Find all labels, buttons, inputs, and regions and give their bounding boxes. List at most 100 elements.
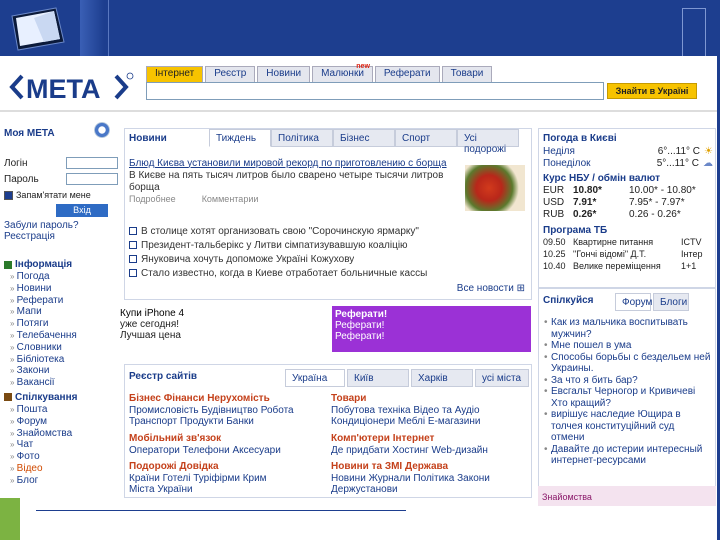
nav-item-video[interactable]: Відео bbox=[4, 463, 118, 475]
nav-item-forum[interactable]: Форум bbox=[4, 416, 118, 428]
category-links[interactable]: Оператори Телефони Аксесуари bbox=[129, 445, 281, 457]
news-more-link[interactable]: Подробнее bbox=[129, 194, 176, 204]
forum-item[interactable]: За что я бить бар? bbox=[543, 375, 713, 387]
category-title[interactable]: Новини та ЗМІ bbox=[331, 461, 402, 472]
nav-item-vacancies[interactable]: Вакансії bbox=[4, 377, 118, 389]
all-news-link[interactable]: Все новости ⊞ bbox=[457, 283, 525, 294]
registry-category: Бізнес Фінанси Нерухомість Промисловість… bbox=[129, 393, 294, 428]
category-links[interactable]: Де придбати Хостинг Web-дизайн bbox=[331, 445, 488, 457]
news-headline[interactable]: Блюд Києва установили мировой рекорд по … bbox=[129, 157, 447, 169]
forum-item[interactable]: Давайте до истерии интересный интернет-р… bbox=[543, 444, 713, 467]
news-item[interactable]: Президент-тальберікс у Литви сімпатизува… bbox=[129, 239, 408, 251]
currency-title[interactable]: Курс НБУ / обмін валют bbox=[543, 173, 660, 184]
search-tab-goods[interactable]: Товари bbox=[441, 66, 493, 82]
nav-item-mail[interactable]: Пошта bbox=[4, 404, 118, 416]
registry-category: Подорожі Довідка Країни Готелі Туріфірми… bbox=[129, 461, 267, 496]
tv-show[interactable]: Квартирне питання bbox=[573, 237, 681, 247]
meta-flower-icon bbox=[94, 122, 110, 138]
category-title[interactable]: Фінанси bbox=[164, 393, 205, 404]
registry-title[interactable]: Реєстр сайтів bbox=[129, 371, 197, 382]
register-link[interactable]: Реєстрація bbox=[4, 231, 118, 242]
tab-politics[interactable]: Політика bbox=[271, 129, 333, 147]
login-submit-button[interactable]: Вхід bbox=[56, 204, 108, 217]
tab-week[interactable]: Тиждень bbox=[209, 129, 271, 147]
search-tab-essays[interactable]: Реферати bbox=[374, 66, 440, 82]
nav-item-news[interactable]: Новини bbox=[4, 283, 118, 295]
news-item[interactable]: Януковича хочуть допоможе Україні Кожухо… bbox=[129, 253, 354, 265]
category-links[interactable]: Держустанови bbox=[331, 484, 490, 496]
weather-title[interactable]: Погода в Києві bbox=[543, 133, 617, 144]
remember-checkbox[interactable] bbox=[4, 190, 13, 200]
news-item[interactable]: Стало известно, когда в Киеве отработает… bbox=[129, 267, 427, 279]
dating-ad[interactable]: Знайомства bbox=[538, 486, 716, 506]
tab-blogs[interactable]: Блоги bbox=[653, 293, 689, 311]
category-links[interactable]: Транспорт Продукти Банки bbox=[129, 416, 294, 428]
category-links[interactable]: Промисловість Будівництво Робота bbox=[129, 405, 294, 417]
forum-item[interactable]: Евсгальт Черногор и Кривичеві Хто кращий… bbox=[543, 386, 713, 409]
forum-item[interactable]: Мне пошел в ума bbox=[543, 340, 713, 352]
forgot-password-link[interactable]: Забули пароль? bbox=[4, 220, 118, 231]
search-tab-internet[interactable]: Інтернет bbox=[146, 66, 204, 82]
tv-title[interactable]: Програма ТБ bbox=[543, 225, 607, 236]
login-field[interactable] bbox=[66, 157, 118, 169]
category-title[interactable]: Товари bbox=[331, 393, 366, 404]
password-field[interactable] bbox=[66, 173, 118, 185]
tab-sport[interactable]: Спорт bbox=[395, 129, 457, 147]
essays-promo[interactable]: Реферати! Реферати! Реферати! bbox=[332, 306, 531, 352]
category-titles: Новини та ЗМІ Держава bbox=[331, 461, 490, 473]
forum-item[interactable]: вирішує наследие Ющира в толчея конститу… bbox=[543, 409, 713, 432]
nav-item-laws[interactable]: Закони bbox=[4, 365, 118, 377]
category-title[interactable]: Мобільний зв'язок bbox=[129, 433, 221, 444]
nav-item-library[interactable]: Бібліотека bbox=[4, 354, 118, 366]
news-item[interactable]: В столице хотят организовать свою "Сороч… bbox=[129, 225, 419, 237]
search-input[interactable] bbox=[146, 82, 604, 100]
tab-all-travel[interactable]: Усі подорожі bbox=[457, 129, 519, 155]
forum-item-cont[interactable]: отмени bbox=[543, 432, 713, 444]
nav-item-trains[interactable]: Потяги bbox=[4, 318, 118, 330]
nav-item-chat[interactable]: Чат bbox=[4, 439, 118, 451]
search-tab-registry[interactable]: Реєстр bbox=[205, 66, 256, 82]
tab-kyiv[interactable]: Київ bbox=[347, 369, 409, 387]
remember-row: Запам'ятати мене bbox=[4, 188, 118, 202]
tab-ukraine[interactable]: Україна bbox=[285, 369, 345, 387]
category-title[interactable]: Довідка bbox=[179, 461, 218, 472]
nav-item-tv[interactable]: Телебачення bbox=[4, 330, 118, 342]
tab-all-cities[interactable]: усі міста bbox=[475, 369, 529, 387]
category-title[interactable]: Інтернет bbox=[393, 433, 435, 444]
category-title[interactable]: Нерухомість bbox=[207, 393, 270, 404]
forum-item[interactable]: Как из мальчика воспитывать мужчин? bbox=[543, 317, 713, 340]
category-links[interactable]: Побутова техніка Відео та Аудіо bbox=[331, 405, 480, 417]
category-title[interactable]: Держава bbox=[405, 461, 448, 472]
category-links[interactable]: Міста України bbox=[129, 484, 267, 496]
tab-forum[interactable]: Форум bbox=[615, 293, 652, 311]
meta-logo[interactable]: META bbox=[8, 68, 136, 106]
category-links[interactable]: Новини Журнали Політика Закони bbox=[331, 473, 490, 485]
search-button[interactable]: Знайти в Україні bbox=[607, 83, 697, 99]
category-links[interactable]: Кондиціонери Меблі Е-магазини bbox=[331, 416, 480, 428]
news-comments-link[interactable]: Комментарии bbox=[202, 194, 259, 204]
tab-kharkiv[interactable]: Харків bbox=[411, 369, 473, 387]
category-title[interactable]: Комп'ютери bbox=[331, 433, 390, 444]
search-tab-news[interactable]: Новини bbox=[257, 66, 311, 82]
search-tab-images[interactable]: Малюнки new bbox=[312, 63, 373, 82]
tab-business[interactable]: Бізнес bbox=[333, 129, 395, 147]
nav-item-photo[interactable]: Фото bbox=[4, 451, 118, 463]
category-title[interactable]: Подорожі bbox=[129, 461, 177, 472]
nav-item-dating[interactable]: Знайомства bbox=[4, 428, 118, 440]
news-title[interactable]: Новини bbox=[129, 133, 167, 144]
tv-show[interactable]: Велике переміщення bbox=[573, 261, 681, 271]
news-item-icon bbox=[129, 227, 137, 235]
category-title[interactable]: Бізнес bbox=[129, 393, 161, 404]
category-links[interactable]: Країни Готелі Туріфірми Крим bbox=[129, 473, 267, 485]
news-photo[interactable] bbox=[465, 165, 525, 211]
nav-item-maps[interactable]: Мапи bbox=[4, 306, 118, 318]
nav-item-essays[interactable]: Реферати bbox=[4, 295, 118, 307]
nav-item-blog[interactable]: Блог bbox=[4, 475, 118, 487]
forum-item-cont[interactable]: Украины. bbox=[543, 363, 713, 375]
nav-item-weather[interactable]: Погода bbox=[4, 271, 118, 283]
nav-item-dictionaries[interactable]: Словники bbox=[4, 342, 118, 354]
iphone-promo[interactable]: Купи iPhone 4 уже сегодня! Лучшая цена bbox=[120, 308, 330, 354]
forum-title[interactable]: Спілкуйся bbox=[543, 295, 594, 306]
forum-item[interactable]: Способы борьбы с бездельем ней bbox=[543, 352, 713, 364]
tv-show[interactable]: "Гончі відомі" Д.Т. bbox=[573, 249, 681, 259]
